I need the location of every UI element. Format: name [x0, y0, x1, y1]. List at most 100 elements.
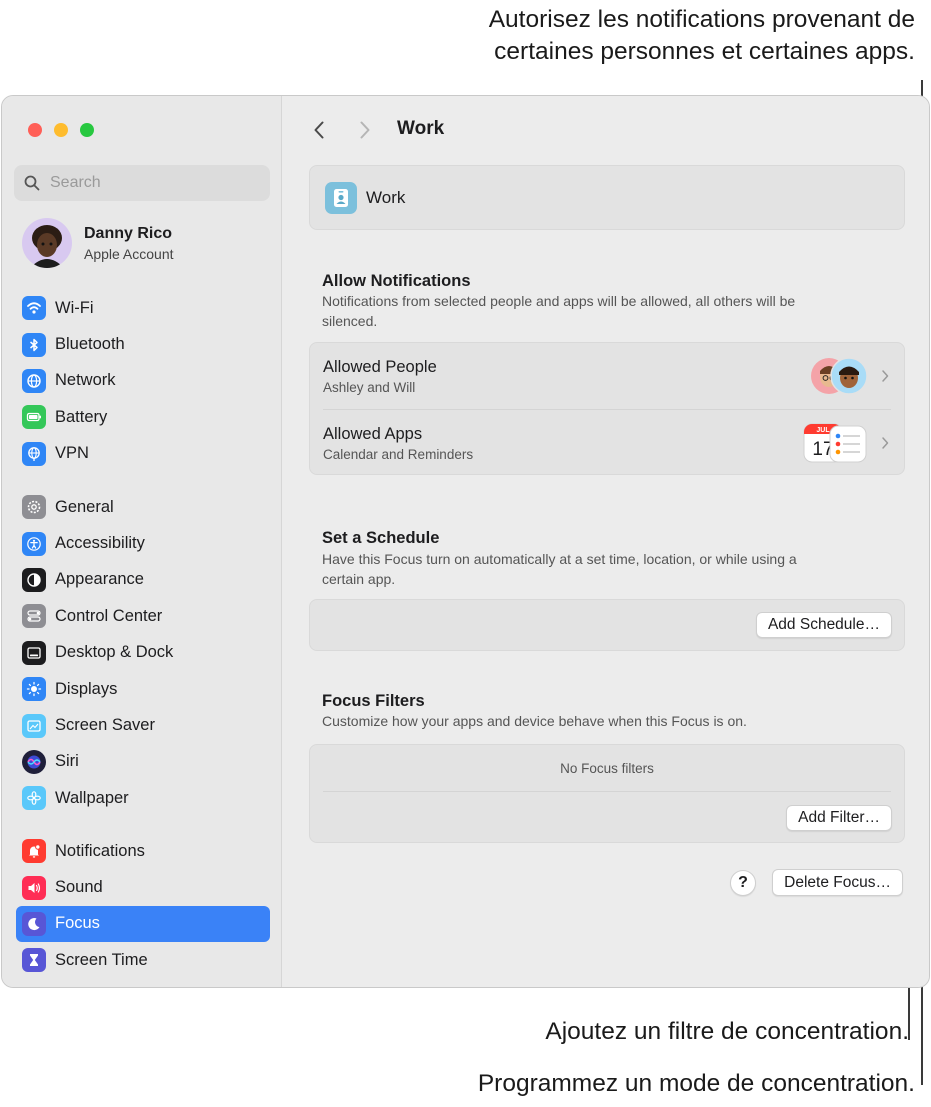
account-name: Danny Rico	[84, 224, 173, 242]
vpn-globe-icon	[22, 441, 46, 466]
empty-filters-text: No Focus filters	[560, 761, 654, 776]
allowed-people-row[interactable]: Allowed People Ashley and Will	[310, 343, 904, 410]
sidebar-group-system: General Accessibility Appearance Control…	[16, 489, 270, 817]
focus-detail-pane: Work Work Allow Notifications Notificati…	[283, 96, 929, 987]
bell-icon	[22, 839, 46, 864]
minimize-window-button[interactable]	[54, 123, 68, 137]
people-avatars-icon	[811, 357, 868, 395]
search-input[interactable]	[50, 174, 250, 192]
wifi-icon	[22, 296, 46, 321]
allow-notifications-description: Notifications from selected people and a…	[322, 293, 796, 329]
sidebar-item-desktop-dock[interactable]: Desktop & Dock	[16, 635, 270, 671]
schedule-description: Have this Focus turn on automatically at…	[322, 551, 797, 587]
flower-icon	[22, 786, 46, 811]
sidebar-item-appearance[interactable]: Appearance	[16, 562, 270, 598]
schedule-title: Set a Schedule	[322, 529, 440, 547]
back-button[interactable]	[309, 117, 329, 143]
sidebar-item-displays[interactable]: Displays	[16, 671, 270, 707]
sidebar-item-label: Sound	[55, 878, 103, 897]
sidebar-item-label: Screen Time	[55, 950, 148, 969]
callout-add-schedule: Programmez un mode de concentration.	[477, 1070, 915, 1097]
page-title: Work	[397, 118, 445, 139]
forward-button[interactable]	[355, 117, 375, 143]
search-icon	[24, 175, 40, 191]
chevron-right-icon	[360, 121, 370, 139]
add-filter-button[interactable]: Add Filter…	[786, 805, 892, 831]
sidebar-group-focus: Notifications Sound Focus Screen Time	[16, 833, 270, 979]
allowed-people-title: Allowed People	[323, 358, 437, 376]
callout-add-filter: Ajoutez un filtre de concentration.	[545, 1018, 909, 1045]
globe-icon	[22, 368, 46, 393]
apple-account-item[interactable]: Danny Rico Apple Account	[22, 218, 174, 268]
sidebar-item-label: Bluetooth	[55, 335, 125, 354]
allowed-list-card: Allowed People Ashley and Will Allowed A…	[309, 342, 905, 475]
bluetooth-icon	[22, 332, 46, 357]
callout-line-1: Autorisez les notifications provenant de	[488, 6, 915, 33]
sidebar-item-wallpaper[interactable]: Wallpaper	[16, 780, 270, 816]
add-schedule-button[interactable]: Add Schedule…	[755, 612, 892, 638]
sidebar-item-network[interactable]: Network	[16, 363, 270, 399]
callout-allowed-notifications: Autorisez les notifications provenant de…	[489, 4, 915, 68]
sun-icon	[22, 677, 46, 702]
sidebar-item-label: Control Center	[55, 606, 163, 625]
focus-filters-description: Customize how your apps and device behav…	[322, 713, 747, 729]
calendar-month-label: JUL	[816, 427, 830, 434]
sidebar-item-focus[interactable]: Focus	[16, 905, 270, 943]
control-center-icon	[22, 604, 46, 629]
callout-line-2: certaines personnes et certaines apps.	[494, 38, 915, 65]
allowed-apps-row[interactable]: Allowed Apps Calendar and Reminders JUL …	[310, 410, 904, 477]
sidebar-item-label: VPN	[55, 444, 89, 463]
sidebar-item-sound[interactable]: Sound	[16, 869, 270, 905]
sidebar-item-screen-time[interactable]: Screen Time	[16, 942, 270, 978]
sidebar-item-control-center[interactable]: Control Center	[16, 598, 270, 634]
speaker-icon	[22, 875, 46, 900]
help-button[interactable]: ?	[730, 870, 756, 896]
sidebar-item-battery[interactable]: Battery	[16, 399, 270, 435]
accessibility-icon	[22, 531, 46, 556]
sidebar: Danny Rico Apple Account Wi-Fi Bluetooth	[2, 96, 282, 987]
sidebar-item-label: Wi-Fi	[55, 298, 94, 317]
focus-name-card: Work	[309, 165, 905, 230]
zoom-window-button[interactable]	[80, 123, 94, 137]
sidebar-item-label: Screen Saver	[55, 716, 155, 735]
chevron-right-icon	[882, 437, 889, 449]
allowed-apps-subtitle: Calendar and Reminders	[323, 447, 474, 462]
focus-filters-card: No Focus filters Add Filter…	[309, 744, 905, 843]
chevron-left-icon	[314, 121, 324, 139]
delete-focus-button[interactable]: Delete Focus…	[772, 869, 903, 896]
sidebar-item-siri[interactable]: Siri	[16, 744, 270, 780]
focus-filters-title: Focus Filters	[322, 692, 425, 710]
sidebar-item-wifi[interactable]: Wi-Fi	[16, 290, 270, 326]
gear-icon	[22, 495, 46, 520]
sidebar-item-vpn[interactable]: VPN	[16, 436, 270, 472]
close-window-button[interactable]	[28, 123, 42, 137]
sidebar-item-label: Wallpaper	[55, 788, 129, 807]
dock-icon	[22, 640, 46, 665]
sidebar-item-label: Notifications	[55, 841, 145, 860]
schedule-card: Add Schedule…	[309, 599, 905, 651]
sidebar-item-label: Appearance	[55, 570, 144, 589]
sidebar-item-screen-saver[interactable]: Screen Saver	[16, 707, 270, 743]
sidebar-item-label: Siri	[55, 752, 79, 771]
moon-icon	[22, 911, 46, 936]
screen-saver-icon	[22, 713, 46, 738]
sidebar-item-general[interactable]: General	[16, 489, 270, 525]
filters-divider	[323, 791, 891, 792]
settings-window: Danny Rico Apple Account Wi-Fi Bluetooth	[1, 95, 930, 988]
work-badge-icon	[325, 181, 357, 214]
sidebar-item-bluetooth[interactable]: Bluetooth	[16, 326, 270, 362]
focus-name: Work	[366, 187, 406, 207]
sidebar-item-label: General	[55, 497, 114, 516]
sidebar-item-accessibility[interactable]: Accessibility	[16, 525, 270, 561]
sidebar-item-notifications[interactable]: Notifications	[16, 833, 270, 869]
appearance-icon	[22, 567, 46, 592]
sidebar-item-label: Desktop & Dock	[55, 643, 174, 662]
allowed-people-subtitle: Ashley and Will	[323, 380, 416, 395]
search-field[interactable]	[14, 165, 270, 201]
siri-icon	[22, 749, 46, 774]
sidebar-item-label: Battery	[55, 407, 108, 426]
sidebar-item-label: Network	[55, 371, 116, 390]
hourglass-icon	[22, 948, 46, 973]
avatar	[22, 218, 72, 268]
sidebar-group-network: Wi-Fi Bluetooth Network Battery VPN	[16, 290, 270, 472]
